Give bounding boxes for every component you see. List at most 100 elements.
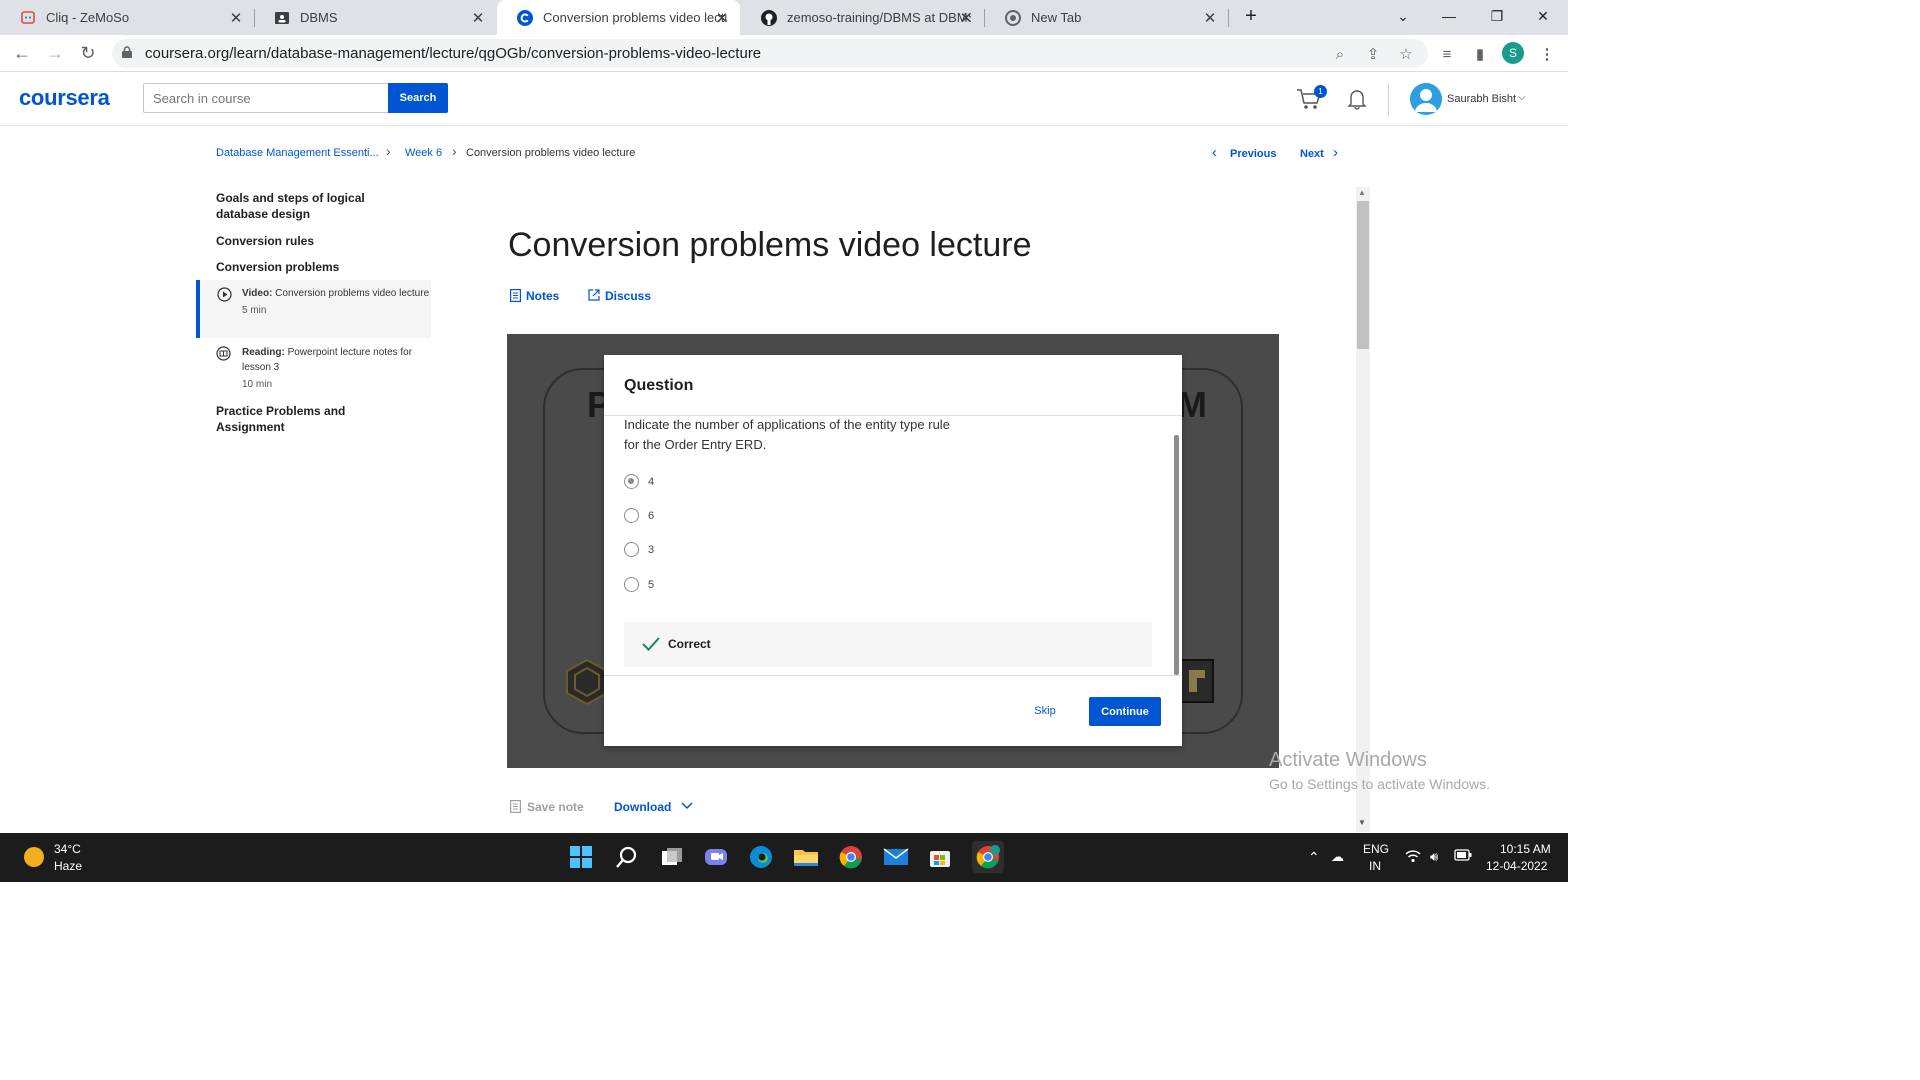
minimize-window-icon[interactable]: —: [1426, 0, 1472, 32]
sidebar-section-conversion-problems[interactable]: Conversion problems: [216, 259, 406, 275]
browser-toolbar: ← → ↻ coursera.org/learn/database-manage…: [0, 35, 1568, 72]
notification-bell-icon[interactable]: [1347, 88, 1367, 110]
chevron-left-icon[interactable]: ‹: [1212, 144, 1217, 161]
user-name[interactable]: Saurabh Bisht: [1447, 93, 1516, 105]
close-window-icon[interactable]: ✕: [1520, 0, 1566, 32]
page-scrollbar-thumb[interactable]: [1357, 201, 1369, 349]
coursera-logo[interactable]: coursera: [19, 85, 110, 111]
dialog-scrollbar[interactable]: [1174, 435, 1179, 675]
browser-tab-dbms[interactable]: DBMS ✕: [254, 0, 496, 35]
skip-button[interactable]: Skip: [1024, 697, 1066, 725]
item-type: Video:: [242, 288, 273, 299]
browser-tab-coursera[interactable]: Conversion problems video lectu ✕: [497, 0, 740, 35]
answer-option[interactable]: 6: [624, 508, 654, 523]
scroll-down-arrow-icon[interactable]: ▼: [1358, 818, 1366, 827]
chrome-icon[interactable]: [837, 843, 865, 871]
search-icon[interactable]: [613, 843, 641, 871]
close-tab-icon[interactable]: ✕: [958, 9, 974, 27]
answer-option[interactable]: 4: [624, 474, 654, 489]
weather-condition[interactable]: Haze: [54, 859, 82, 873]
coursera-header: coursera Search 1 Saurabh Bisht ⌵: [0, 73, 1568, 126]
microsoft-store-icon[interactable]: [926, 843, 954, 871]
file-explorer-icon[interactable]: [792, 843, 820, 871]
share-icon[interactable]: ⇪: [1363, 44, 1383, 64]
wifi-icon[interactable]: [1405, 849, 1421, 866]
user-avatar[interactable]: [1410, 83, 1442, 115]
keyboard-layout-indicator[interactable]: IN: [1369, 859, 1381, 873]
reload-icon[interactable]: ↻: [76, 41, 100, 65]
radio-button[interactable]: [624, 542, 639, 557]
notes-icon: [510, 289, 522, 303]
activate-windows-subtitle: Go to Settings to activate Windows.: [1269, 776, 1490, 792]
close-tab-icon[interactable]: ✕: [228, 9, 244, 27]
option-label: 3: [648, 543, 655, 556]
address-bar[interactable]: coursera.org/learn/database-management/l…: [112, 39, 1428, 68]
weather-sun-icon[interactable]: [24, 847, 44, 867]
teams-chat-icon[interactable]: [702, 843, 730, 871]
clock-time[interactable]: 10:15 AM: [1500, 842, 1551, 856]
sidebar-item-reading[interactable]: Reading: Powerpoint lecture notes for le…: [196, 339, 431, 397]
browser-tab-cliq[interactable]: Cliq - ZeMoSo ✕: [0, 0, 255, 35]
windows-start-icon[interactable]: [567, 843, 595, 871]
edge-browser-icon[interactable]: [747, 843, 775, 871]
radio-button[interactable]: [624, 577, 639, 592]
answer-option[interactable]: 5: [624, 577, 654, 592]
download-label: Download: [614, 800, 672, 814]
tab-search-chevron-icon[interactable]: ⌄: [1380, 0, 1426, 32]
continue-button[interactable]: Continue: [1089, 697, 1161, 726]
new-tab-plus-icon[interactable]: +: [1237, 0, 1265, 32]
weather-temperature[interactable]: 34°C: [54, 842, 81, 856]
breadcrumb-current: Conversion problems video lecture: [466, 147, 636, 159]
browser-tab-github[interactable]: zemoso-training/DBMS at DBMS ✕: [741, 0, 985, 35]
breadcrumb-course[interactable]: Database Management Essenti...: [216, 147, 379, 159]
side-panel-icon[interactable]: ▮: [1469, 43, 1491, 65]
restore-window-icon[interactable]: ❐: [1474, 0, 1520, 32]
close-tab-icon[interactable]: ✕: [470, 9, 486, 27]
scroll-up-arrow-icon[interactable]: ▲: [1358, 188, 1366, 197]
profile-avatar[interactable]: S: [1502, 42, 1524, 64]
download-button[interactable]: Download: [614, 800, 693, 814]
save-note-button[interactable]: Save note: [510, 800, 584, 814]
sidebar-section-goals[interactable]: Goals and steps of logical database desi…: [216, 190, 406, 222]
answer-option[interactable]: 3: [624, 542, 654, 557]
chevron-right-icon[interactable]: ›: [1333, 144, 1338, 161]
browser-tab-strip: Cliq - ZeMoSo ✕ DBMS ✕ Conversion proble…: [0, 0, 1568, 35]
more-menu-icon[interactable]: ⋮: [1536, 43, 1558, 65]
task-view-icon[interactable]: [658, 843, 686, 871]
tab-title: DBMS: [300, 10, 338, 25]
battery-icon[interactable]: [1454, 849, 1472, 864]
radio-button[interactable]: [624, 508, 639, 523]
sidebar-section-conversion-rules[interactable]: Conversion rules: [216, 233, 406, 249]
header-divider: [1388, 83, 1389, 117]
page-title: Conversion problems video lecture: [508, 226, 1032, 264]
reading-list-icon[interactable]: ≡: [1436, 43, 1458, 65]
browser-tab-new-tab[interactable]: New Tab ✕: [985, 0, 1229, 35]
course-search-input[interactable]: [143, 83, 389, 113]
chrome-profile-icon[interactable]: [972, 841, 1004, 873]
chevron-up-icon[interactable]: ⌃: [1308, 849, 1320, 866]
breadcrumb-week[interactable]: Week 6: [405, 147, 442, 159]
search-button[interactable]: Search: [388, 83, 448, 113]
onedrive-cloud-icon[interactable]: ☁: [1331, 849, 1344, 865]
cart-count-badge: 1: [1314, 85, 1327, 98]
notes-link[interactable]: Notes: [510, 289, 559, 303]
radio-button[interactable]: [624, 474, 639, 489]
next-link[interactable]: Next: [1300, 148, 1324, 160]
previous-link[interactable]: Previous: [1230, 148, 1276, 160]
back-arrow-icon[interactable]: ←: [10, 41, 34, 65]
close-tab-icon[interactable]: ✕: [1202, 9, 1218, 27]
sidebar-item-video[interactable]: Video: Conversion problems video lecture…: [196, 280, 431, 338]
close-tab-icon[interactable]: ✕: [714, 9, 730, 27]
discuss-link[interactable]: Discuss: [588, 289, 651, 303]
clock-date[interactable]: 12-04-2022: [1486, 859, 1547, 873]
volume-icon[interactable]: 🔊︎: [1430, 849, 1438, 865]
language-indicator[interactable]: ENG: [1363, 842, 1389, 856]
feedback-text: Correct: [668, 637, 711, 651]
sidebar-section-practice[interactable]: Practice Problems and Assignment: [216, 403, 406, 435]
forward-arrow-icon[interactable]: →: [43, 41, 67, 65]
chevron-down-icon[interactable]: ⌵: [1518, 92, 1526, 103]
hexagon-logo-icon: [566, 658, 608, 706]
mail-icon[interactable]: [882, 843, 910, 871]
bookmark-star-icon[interactable]: ☆: [1396, 44, 1416, 64]
zoom-icon[interactable]: ⌕: [1330, 44, 1350, 64]
